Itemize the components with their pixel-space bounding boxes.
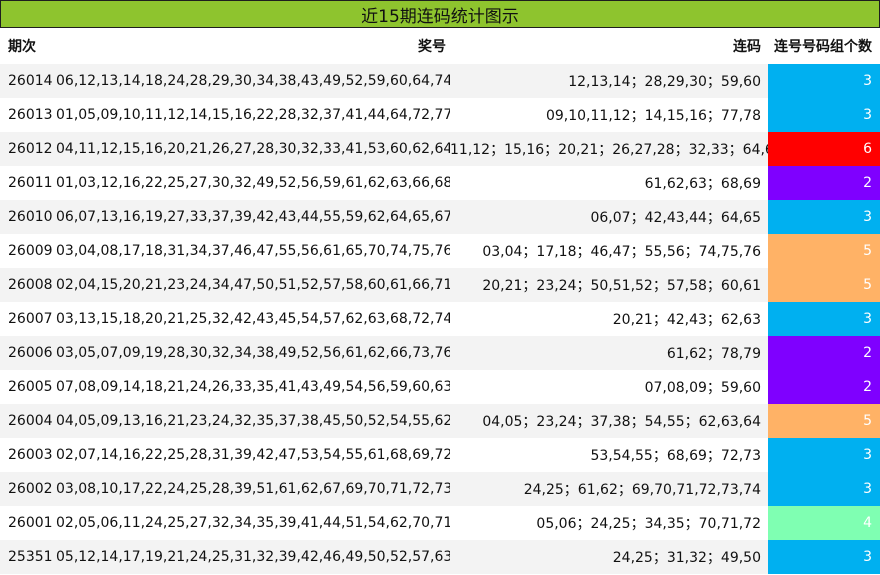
period-cell: 26008 [0,268,56,302]
period-cell: 26005 [0,370,56,404]
period-cell: 26010 [0,200,56,234]
table-row: 26005 07,08,09,14,18,21,24,26,33,35,41,43… [0,370,880,404]
period-cell: 25351 [0,540,56,574]
period-cell: 26002 [0,472,56,506]
links-cell: 20,21；42,43；62,63 [450,302,768,336]
links-cell: 11,12；15,16；20,21；26,27,28；32,33；64,65 [450,132,768,166]
table-row: 26007 03,13,15,18,20,21,25,32,42,43,45,54… [0,302,880,336]
count-cell: 5 [768,234,880,268]
numbers-cell: 02,07,14,16,22,25,28,31,39,42,47,53,54,5… [56,438,450,472]
numbers-cell: 04,11,12,15,16,20,21,26,27,28,30,32,33,4… [56,132,450,166]
numbers-cell: 06,12,13,14,18,24,28,29,30,34,38,43,49,5… [56,64,450,98]
column-header-period: 期次 [8,39,36,55]
numbers-cell: 03,05,07,09,19,28,30,32,34,38,49,52,56,6… [56,336,450,370]
table-row: 26003 02,07,14,16,22,25,28,31,39,42,47,53… [0,438,880,472]
count-cell: 4 [768,506,880,540]
numbers-cell: 04,05,09,13,16,21,23,24,32,35,37,38,45,5… [56,404,450,438]
links-cell: 06,07；42,43,44；64,65 [450,200,768,234]
table-row: 26010 06,07,13,16,19,27,33,37,39,42,43,44… [0,200,880,234]
links-cell: 12,13,14；28,29,30；59,60 [450,64,768,98]
numbers-cell: 01,05,09,10,11,12,14,15,16,22,28,32,37,4… [56,98,450,132]
count-cell: 2 [768,370,880,404]
period-cell: 26011 [0,166,56,200]
count-cell: 6 [768,132,880,166]
count-cell: 3 [768,302,880,336]
numbers-cell: 03,04,08,17,18,31,34,37,46,47,55,56,61,6… [56,234,450,268]
links-cell: 07,08,09；59,60 [450,370,768,404]
period-cell: 26004 [0,404,56,438]
table-row: 26004 04,05,09,13,16,21,23,24,32,35,37,38… [0,404,880,438]
table-row: 26006 03,05,07,09,19,28,30,32,34,38,49,52… [0,336,880,370]
numbers-cell: 02,05,06,11,24,25,27,32,34,35,39,41,44,5… [56,506,450,540]
numbers-cell: 02,04,15,20,21,23,24,34,47,50,51,52,57,5… [56,268,450,302]
header-row: 期次 奖号 连码 连号号码组个数 [0,28,880,64]
count-cell: 3 [768,438,880,472]
table-row: 26009 03,04,08,17,18,31,34,37,46,47,55,56… [0,234,880,268]
links-cell: 09,10,11,12；14,15,16；77,78 [450,98,768,132]
count-cell: 3 [768,64,880,98]
numbers-cell: 03,13,15,18,20,21,25,32,42,43,45,54,57,6… [56,302,450,336]
period-cell: 26001 [0,506,56,540]
table-row: 26002 03,08,10,17,22,24,25,28,39,51,61,62… [0,472,880,506]
links-cell: 53,54,55；68,69；72,73 [450,438,768,472]
column-header-links: 连码 [733,39,761,55]
period-cell: 26009 [0,234,56,268]
table-row: 26014 06,12,13,14,18,24,28,29,30,34,38,43… [0,64,880,98]
links-cell: 24,25；61,62；69,70,71,72,73,74 [450,472,768,506]
period-cell: 26007 [0,302,56,336]
count-cell: 3 [768,540,880,574]
count-cell: 5 [768,268,880,302]
count-cell: 2 [768,336,880,370]
stats-table: 期次 奖号 连码 连号号码组个数 26014 06,12,13,14,18,24,… [0,28,880,574]
period-cell: 26014 [0,64,56,98]
links-cell: 20,21；23,24；50,51,52；57,58；60,61 [450,268,768,302]
table-row: 26011 01,03,12,16,22,25,27,30,32,49,52,56… [0,166,880,200]
count-cell: 3 [768,98,880,132]
numbers-cell: 05,12,14,17,19,21,24,25,31,32,39,42,46,4… [56,540,450,574]
numbers-cell: 03,08,10,17,22,24,25,28,39,51,61,62,67,6… [56,472,450,506]
table-row: 25351 05,12,14,17,19,21,24,25,31,32,39,42… [0,540,880,574]
numbers-cell: 07,08,09,14,18,21,24,26,33,35,41,43,49,5… [56,370,450,404]
period-cell: 26003 [0,438,56,472]
count-cell: 5 [768,404,880,438]
table-row: 26012 04,11,12,15,16,20,21,26,27,28,30,32… [0,132,880,166]
table-body: 26014 06,12,13,14,18,24,28,29,30,34,38,43… [0,64,880,574]
numbers-cell: 01,03,12,16,22,25,27,30,32,49,52,56,59,6… [56,166,450,200]
count-cell: 3 [768,200,880,234]
period-cell: 26012 [0,132,56,166]
links-cell: 61,62,63；68,69 [450,166,768,200]
column-header-numbers: 奖号 [418,39,446,55]
period-cell: 26006 [0,336,56,370]
period-cell: 26013 [0,98,56,132]
links-cell: 04,05；23,24；37,38；54,55；62,63,64 [450,404,768,438]
count-cell: 3 [768,472,880,506]
count-cell: 2 [768,166,880,200]
column-header-count: 连号号码组个数 [774,39,872,55]
links-cell: 61,62；78,79 [450,336,768,370]
numbers-cell: 06,07,13,16,19,27,33,37,39,42,43,44,55,5… [56,200,450,234]
table-row: 26008 02,04,15,20,21,23,24,34,47,50,51,52… [0,268,880,302]
chart-title: 近15期连码统计图示 [0,0,880,28]
links-cell: 24,25；31,32；49,50 [450,540,768,574]
table-row: 26013 01,05,09,10,11,12,14,15,16,22,28,32… [0,98,880,132]
links-cell: 03,04；17,18；46,47；55,56；74,75,76 [450,234,768,268]
table-row: 26001 02,05,06,11,24,25,27,32,34,35,39,41… [0,506,880,540]
links-cell: 05,06；24,25；34,35；70,71,72 [450,506,768,540]
